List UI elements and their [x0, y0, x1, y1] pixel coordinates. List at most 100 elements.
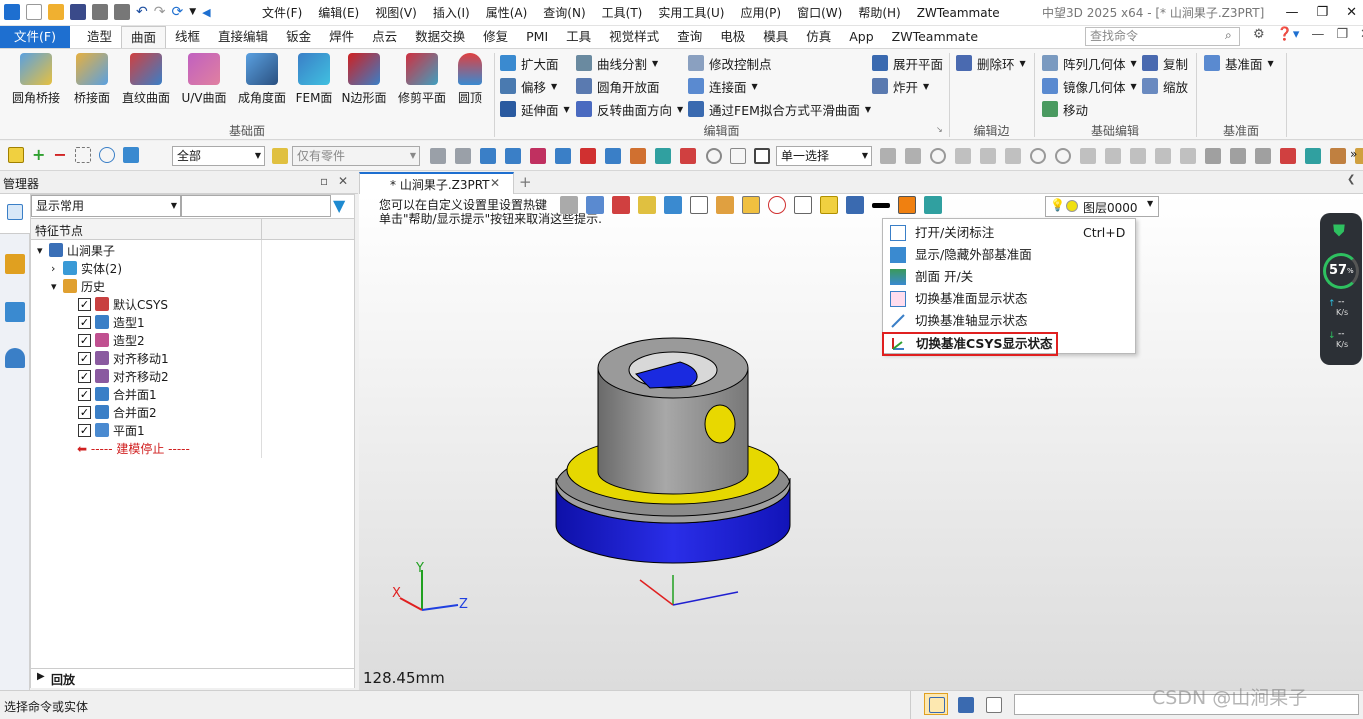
menu-view[interactable]: 视图(V): [367, 0, 425, 26]
tab-direct-edit[interactable]: 直接编辑: [209, 26, 277, 48]
menu-edit[interactable]: 编辑(E): [310, 0, 367, 26]
tab-mold[interactable]: 模具: [754, 26, 797, 48]
snap-tool-icon[interactable]: [455, 148, 471, 164]
bridge-face-button[interactable]: 桥接面: [62, 53, 122, 106]
tab-electrode[interactable]: 电极: [711, 26, 754, 48]
view-orient-icon[interactable]: [586, 196, 604, 214]
overflow-chevron-icon[interactable]: »: [1350, 147, 1357, 161]
command-search-input[interactable]: 查找命令: [1085, 27, 1240, 46]
tool-icon[interactable]: [1305, 148, 1321, 164]
collapse-arrow-icon[interactable]: ▾: [51, 278, 57, 296]
rotate-icon[interactable]: [706, 148, 722, 164]
pattern-geometry-button[interactable]: 阵列几何体 ▼: [1042, 53, 1137, 73]
tab-zwteammate[interactable]: ZWTeammate: [883, 26, 987, 48]
part-filter-icon[interactable]: [272, 148, 288, 164]
tree-node[interactable]: ✓ 默认CSYS: [31, 296, 261, 314]
explode-button[interactable]: 炸开 ▼: [872, 76, 929, 96]
visibility-checkbox[interactable]: ✓: [78, 316, 91, 329]
performance-gauge[interactable]: ⛊ 57 % ↑ -- K/s ↓ -- K/s: [1320, 213, 1362, 365]
app-logo-icon[interactable]: [4, 4, 20, 20]
tab-simulation[interactable]: 仿真: [797, 26, 840, 48]
fillet-open-face-button[interactable]: 圆角开放面: [576, 76, 660, 96]
face-icon[interactable]: [1230, 148, 1246, 164]
line-icon[interactable]: [1005, 148, 1021, 164]
document-tab[interactable]: * 山涧果子.Z3PRT ✕: [359, 172, 514, 194]
tab-wireframe[interactable]: 线框: [166, 26, 209, 48]
view-fit-icon[interactable]: [742, 196, 760, 214]
pick-icon[interactable]: [905, 148, 921, 164]
pan-icon[interactable]: [730, 148, 746, 164]
point-icon[interactable]: [955, 148, 971, 164]
visibility-checkbox[interactable]: ✓: [78, 334, 91, 347]
stop-modeling-marker[interactable]: ⬅ ----- 建模停止 -----: [77, 440, 190, 458]
reverse-surface-button[interactable]: 反转曲面方向 ▼: [576, 99, 683, 119]
filter-funnel-icon[interactable]: [122, 147, 139, 163]
collapse-arrow-icon[interactable]: ◀: [202, 6, 210, 19]
tab-data-exchange[interactable]: 数据交换: [406, 26, 474, 48]
new-file-icon[interactable]: [26, 4, 42, 20]
display-filter-combo[interactable]: 显示常用 ▼: [31, 195, 181, 217]
layer-combo[interactable]: 💡 图层0000 ▼: [1045, 196, 1159, 217]
3d-viewport[interactable]: [359, 194, 1363, 690]
line-icon[interactable]: [1155, 148, 1171, 164]
3d-part-model[interactable]: [540, 300, 800, 630]
select-mode-combo[interactable]: 单一选择 ▼: [776, 146, 872, 166]
menu-item-datum-plane-display[interactable]: 切换基准面显示状态: [883, 288, 1135, 310]
visibility-checkbox[interactable]: ✓: [78, 352, 91, 365]
uv-surface-button[interactable]: U/V曲面: [174, 53, 234, 106]
tree-node[interactable]: ✓ 合并面2: [31, 404, 261, 422]
render-icon[interactable]: [716, 196, 734, 214]
view-back-icon[interactable]: [560, 196, 578, 214]
menu-attribute[interactable]: 属性(A): [478, 0, 536, 26]
rollback-bar[interactable]: ▶ 回放: [31, 668, 354, 688]
qa-dropdown-icon[interactable]: ▼: [189, 7, 196, 17]
help-icon[interactable]: ❓▾: [1277, 27, 1300, 42]
snap-tool-icon[interactable]: [430, 148, 446, 164]
tab-file[interactable]: 文件(F): [0, 26, 70, 48]
datum-display-icon[interactable]: [820, 196, 838, 214]
unfold-plane-button[interactable]: 展开平面: [872, 53, 943, 73]
restore-icon[interactable]: ❐: [1316, 0, 1328, 26]
face-icon[interactable]: [1255, 148, 1271, 164]
user-icon[interactable]: [5, 348, 25, 368]
line-icon[interactable]: [1180, 148, 1196, 164]
tree-node[interactable]: ✓ 平面1: [31, 422, 261, 440]
offset-button[interactable]: 偏移 ▼: [500, 76, 557, 96]
circle-icon[interactable]: [1030, 148, 1046, 164]
visibility-checkbox[interactable]: ✓: [78, 298, 91, 311]
tab-modeling[interactable]: 造型: [78, 26, 121, 48]
display-mode-icon[interactable]: [664, 196, 682, 214]
menu-insert[interactable]: 插入(I): [425, 0, 478, 26]
settings-gear-icon[interactable]: ⚙: [1253, 27, 1265, 42]
n-sided-face-button[interactable]: N边形面: [334, 53, 394, 106]
select-pointer-icon[interactable]: [8, 147, 24, 163]
scale-button[interactable]: 缩放: [1142, 76, 1188, 96]
close-window-icon[interactable]: ✕: [1346, 0, 1357, 26]
search-icon[interactable]: ⌕: [1225, 28, 1232, 43]
dome-button[interactable]: 圆顶: [440, 53, 500, 106]
extend-face-button[interactable]: 延伸面 ▼: [500, 99, 570, 119]
visibility-checkbox[interactable]: ✓: [78, 388, 91, 401]
box-select-icon[interactable]: [74, 147, 91, 163]
tool-icon[interactable]: [1330, 148, 1346, 164]
curve-split-button[interactable]: 曲线分割 ▼: [576, 53, 658, 73]
expand-arrow-icon[interactable]: ›: [51, 260, 55, 278]
tree-search-input[interactable]: [181, 195, 331, 217]
face-icon[interactable]: [1205, 148, 1221, 164]
visibility-checkbox[interactable]: ✓: [78, 370, 91, 383]
menu-query[interactable]: 查询(N): [535, 0, 593, 26]
angled-face-button[interactable]: 成角度面: [232, 53, 292, 106]
select-tool-icon[interactable]: [630, 148, 646, 164]
pick-icon[interactable]: [880, 148, 896, 164]
datum-plane-button[interactable]: 基准面 ▼: [1204, 53, 1274, 73]
lasso-select-icon[interactable]: [98, 147, 115, 163]
background-icon[interactable]: [846, 196, 864, 214]
stop-icon[interactable]: [754, 148, 770, 164]
select-tool-icon[interactable]: [605, 148, 621, 164]
menu-item-external-datum[interactable]: 显示/隐藏外部基准面: [883, 244, 1135, 266]
visibility-checkbox[interactable]: ✓: [78, 406, 91, 419]
fem-smooth-button[interactable]: 通过FEM拟合方式平滑曲面 ▼: [688, 99, 871, 119]
undo-icon[interactable]: ↶: [136, 4, 148, 20]
tree-node[interactable]: ✓ 造型2: [31, 332, 261, 350]
tab-pmi[interactable]: PMI: [517, 26, 557, 48]
